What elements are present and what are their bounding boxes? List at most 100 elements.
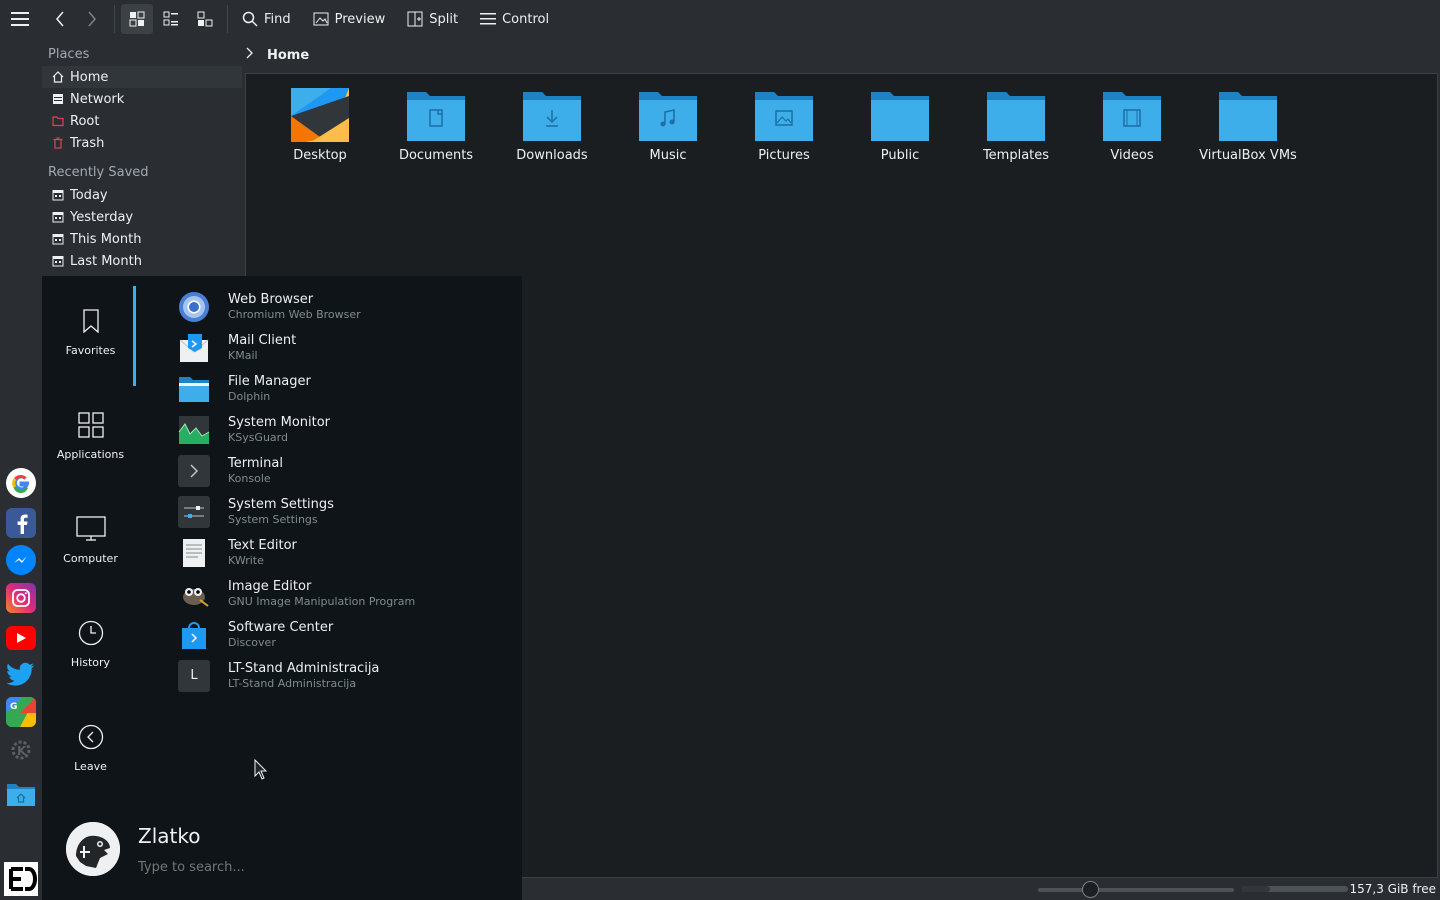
breadcrumb-home[interactable]: Home [267,48,309,63]
desktop-icon [291,88,349,142]
zoom-slider[interactable] [1038,888,1234,892]
app-system-monitor[interactable]: System Monitor KSysGuard [178,409,518,450]
category-applications[interactable]: Applications [42,410,139,461]
breadcrumb-chevron-icon[interactable] [245,47,253,63]
control-label: Control [502,11,550,27]
category-history[interactable]: History [42,618,139,669]
compact-view-icon[interactable] [155,4,187,34]
recent-item-label: Today [70,187,108,203]
svg-text:G: G [10,702,17,712]
split-button[interactable]: Split [399,4,466,34]
grid-icon [76,410,106,440]
file-item-downloads[interactable]: Downloads [494,88,610,163]
app-terminal[interactable]: Terminal Konsole [178,450,518,491]
chromium-icon [178,291,210,323]
twitter-icon[interactable] [6,659,36,689]
app-text-editor[interactable]: Text Editor KWrite [178,532,518,573]
file-label: Desktop [293,148,347,163]
control-button[interactable]: Control [472,4,557,34]
calendar-icon [52,255,64,267]
folder-downloads-icon [523,92,581,141]
app-system-settings[interactable]: System Settings System Settings [178,491,518,532]
folder-pictures-icon [755,92,813,141]
file-label: Music [649,148,687,163]
places-item-root[interactable]: Root [42,110,242,132]
find-button[interactable]: Find [234,4,299,34]
left-dock: G K [0,38,42,900]
toolbar-separator [114,5,115,33]
home-icon [52,71,64,83]
search-input[interactable] [138,859,398,875]
user-panel: Zlatko [66,822,398,876]
places-item-home[interactable]: Home [42,66,242,88]
places-item-network[interactable]: Network [42,88,242,110]
file-label: Downloads [516,148,588,163]
file-item-videos[interactable]: Videos [1074,88,1190,163]
folder-documents-icon [407,92,465,141]
category-leave[interactable]: Leave [42,722,139,773]
lt-stand-letter: L [190,668,198,683]
category-favorites[interactable]: Favorites [42,306,139,357]
gear-k-icon[interactable]: K [6,735,36,765]
app-mail-client[interactable]: Mail Client KMail [178,327,518,368]
app-file-manager[interactable]: File Manager Dolphin [178,368,518,409]
mouse-cursor-icon [254,758,268,785]
file-item-documents[interactable]: Documents [378,88,494,163]
recent-item-label: Yesterday [70,209,134,225]
facebook-icon[interactable] [6,508,36,538]
app-subtitle: Chromium Web Browser [228,307,361,321]
category-computer[interactable]: Computer [42,514,139,565]
back-arrow-icon[interactable] [44,4,76,34]
konsole-icon [178,454,210,487]
app-name: Terminal [228,455,283,471]
places-item-label: Trash [70,135,105,151]
find-label: Find [264,11,291,27]
recent-item-today[interactable]: Today [42,184,242,206]
ksysguard-icon [178,414,210,446]
hamburger-menu-icon[interactable] [4,4,36,34]
app-name: Image Editor [228,578,312,594]
file-item-virtualbox-vms[interactable]: VirtualBox VMs [1190,88,1306,163]
avatar[interactable] [66,822,120,876]
app-web-browser[interactable]: Web Browser Chromium Web Browser [178,286,518,327]
messenger-icon[interactable] [6,545,36,575]
youtube-icon[interactable] [6,626,36,650]
instagram-icon[interactable] [6,583,36,613]
google-icon[interactable] [6,468,36,498]
recent-item-this-month[interactable]: This Month [42,228,242,250]
recent-item-yesterday[interactable]: Yesterday [42,206,242,228]
folder-music-icon [639,92,697,141]
google-maps-icon[interactable]: G [6,697,36,727]
places-item-trash[interactable]: Trash [42,132,242,154]
file-item-desktop[interactable]: Desktop [262,88,378,163]
file-label: Public [880,148,920,163]
file-label: Documents [398,148,474,163]
zoom-slider-handle[interactable] [1082,881,1099,898]
recent-item-last-month[interactable]: Last Month [42,250,242,272]
forward-arrow-icon[interactable] [76,4,108,34]
bookmark-icon [76,306,106,336]
home-folder-icon[interactable] [6,779,36,809]
app-name: Software Center [228,619,334,635]
file-item-templates[interactable]: Templates [958,88,1074,163]
file-item-music[interactable]: Music [610,88,726,163]
app-image-editor[interactable]: Image Editor GNU Image Manipulation Progr… [178,573,518,614]
category-label: Applications [56,448,125,461]
dolphin-icon [178,373,210,405]
file-item-public[interactable]: Public [842,88,958,163]
app-launcher-icon[interactable] [4,862,38,896]
file-item-pictures[interactable]: Pictures [726,88,842,163]
trash-icon [52,137,64,149]
preview-button[interactable]: Preview [305,4,394,34]
folder-icon [1219,92,1277,141]
network-icon [52,93,64,105]
folder-public-icon [871,92,929,141]
file-label: Videos [1110,148,1154,163]
app-software-center[interactable]: Software Center Discover [178,614,518,655]
kwrite-icon [178,537,210,569]
kmail-icon [178,332,210,364]
details-view-icon[interactable] [189,4,221,34]
app-lt-stand[interactable]: L LT-Stand Administracija LT-Stand Admini… [178,655,518,696]
icons-view-icon[interactable] [121,4,153,34]
image-icon [313,12,329,26]
